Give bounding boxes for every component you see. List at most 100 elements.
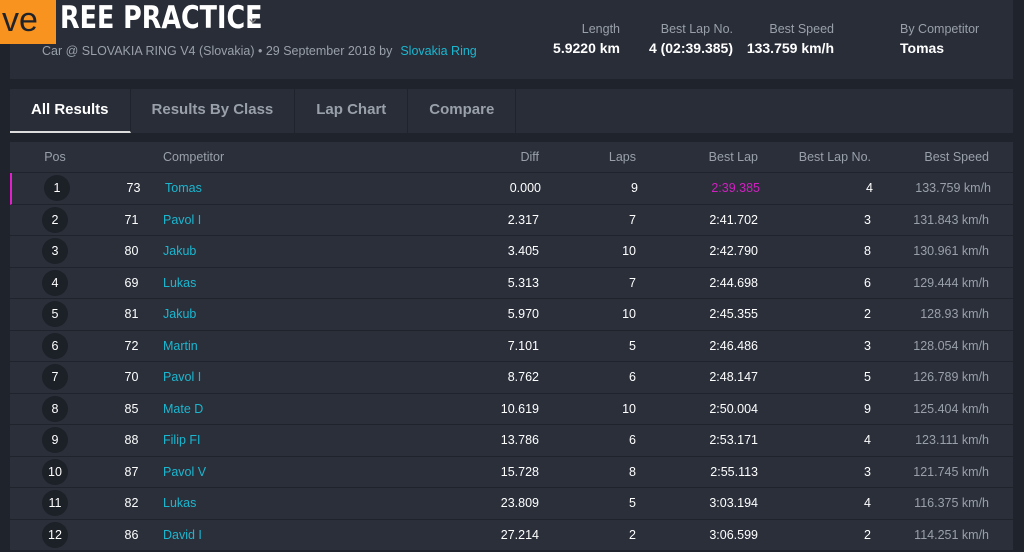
pos-cell: 8 bbox=[10, 395, 100, 422]
competitor-link[interactable]: Filip FI bbox=[163, 433, 403, 447]
redaction-mask bbox=[210, 330, 276, 361]
subtitle-text: Car @ SLOVAKIA RING V4 (Slovakia) • 29 S… bbox=[42, 44, 393, 58]
pos-cell: 7 bbox=[10, 364, 100, 391]
best-lap-no-cell: 4 bbox=[866, 181, 873, 196]
competitor-link[interactable]: Jakub bbox=[163, 244, 403, 258]
position-badge: 12 bbox=[42, 521, 68, 548]
table-row[interactable]: 6 72 Martin 7.101 5 2:46.486 3 128.054 km/h bbox=[10, 330, 1013, 362]
col-best-lap[interactable]: Best Lap bbox=[636, 150, 758, 164]
stat-best-lap-no: Best Lap No. 4 (02:39.385) bbox=[649, 22, 733, 56]
laps-cell: 7 bbox=[629, 275, 636, 290]
diff-cell: 2.317 bbox=[507, 212, 539, 227]
competitor-link[interactable]: Tomas bbox=[165, 181, 405, 195]
car-number: 69 bbox=[124, 275, 139, 290]
event-subtitle: Car @ SLOVAKIA RING V4 (Slovakia) • 29 S… bbox=[42, 44, 477, 58]
best-lap-no-cell: 3 bbox=[864, 212, 871, 227]
redaction-mask bbox=[210, 488, 276, 519]
stat-value: 5.9220 km bbox=[553, 40, 620, 56]
redaction-mask bbox=[210, 204, 276, 235]
col-best-lap-no[interactable]: Best Lap No. bbox=[758, 150, 871, 164]
best-lap-no-cell: 3 bbox=[864, 338, 871, 353]
table-header: Pos Competitor Diff Laps Best Lap Best L… bbox=[10, 142, 1013, 173]
best-lap-cell: 2:50.004 bbox=[709, 401, 758, 416]
organizer-link[interactable]: Slovakia Ring bbox=[400, 44, 476, 58]
laps-cell: 10 bbox=[622, 307, 636, 322]
best-speed-cell: 133.759 km/h bbox=[915, 181, 991, 196]
tab-compare[interactable]: Compare bbox=[408, 89, 517, 133]
position-badge: 10 bbox=[42, 458, 68, 485]
position-badge: 1 bbox=[44, 175, 70, 202]
laps-cell: 9 bbox=[631, 181, 638, 196]
table-row[interactable]: 4 69 Lukas 5.313 7 2:44.698 6 129.444 km/h bbox=[10, 267, 1013, 299]
col-competitor[interactable]: Competitor bbox=[163, 150, 403, 164]
redaction-mask bbox=[210, 299, 276, 330]
table-row[interactable]: 8 85 Mate D 10.619 10 2:50.004 9 125.404 km/h bbox=[10, 393, 1013, 425]
chevron-down-icon[interactable]: ⌄ bbox=[246, 8, 259, 28]
diff-cell: 13.786 bbox=[500, 433, 539, 448]
car-number: 70 bbox=[124, 370, 139, 385]
best-lap-cell: 2:53.171 bbox=[709, 433, 758, 448]
position-badge: 2 bbox=[42, 206, 68, 233]
col-laps[interactable]: Laps bbox=[539, 150, 636, 164]
col-pos[interactable]: Pos bbox=[10, 150, 100, 164]
redaction-mask bbox=[210, 362, 276, 393]
best-lap-cell: 2:55.113 bbox=[710, 464, 758, 479]
table-row[interactable]: 3 80 Jakub 3.405 10 2:42.790 8 130.961 km/h bbox=[10, 236, 1013, 268]
stat-label: Length bbox=[581, 22, 620, 36]
redaction-mask bbox=[210, 456, 276, 487]
competitor-link[interactable]: Mate D bbox=[163, 402, 403, 416]
table-row[interactable]: 11 82 Lukas 23.809 5 3:03.194 4 116.375 km/h bbox=[10, 488, 1013, 520]
best-lap-no-cell: 4 bbox=[864, 496, 871, 511]
col-diff[interactable]: Diff bbox=[403, 150, 539, 164]
stat-label: Best Speed bbox=[769, 22, 834, 36]
table-row[interactable]: 5 81 Jakub 5.970 10 2:45.355 2 128.93 km/h bbox=[10, 299, 1013, 331]
best-speed-cell: 121.745 km/h bbox=[913, 464, 989, 479]
competitor-link[interactable]: Pavol I bbox=[163, 213, 403, 227]
redaction-mask bbox=[210, 236, 276, 267]
pos-cell: 12 bbox=[10, 521, 100, 548]
competitor-link[interactable]: Lukas bbox=[163, 496, 403, 510]
table-row[interactable]: 1 73 Tomas 0.000 9 2:39.385 4 133.759 km/h bbox=[10, 173, 1013, 205]
position-badge: 8 bbox=[42, 395, 68, 422]
competitor-link[interactable]: Jakub bbox=[163, 307, 403, 321]
competitor-link[interactable]: Lukas bbox=[163, 276, 403, 290]
best-lap-cell: 2:46.486 bbox=[709, 338, 758, 353]
col-best-speed[interactable]: Best Speed bbox=[871, 150, 989, 164]
competitor-link[interactable]: Pavol V bbox=[163, 465, 403, 479]
position-badge: 9 bbox=[42, 427, 68, 454]
stat-value: 133.759 km/h bbox=[746, 40, 834, 56]
pos-cell: 6 bbox=[10, 332, 100, 359]
table-row[interactable]: 9 88 Filip FI 13.786 6 2:53.171 4 123.111 km/h bbox=[10, 425, 1013, 457]
competitor-link[interactable]: David I bbox=[163, 528, 403, 542]
tab-lap-chart[interactable]: Lap Chart bbox=[295, 89, 409, 133]
best-lap-cell: 3:03.194 bbox=[709, 496, 758, 511]
best-speed-cell: 131.843 km/h bbox=[913, 212, 989, 227]
diff-cell: 0.000 bbox=[509, 181, 541, 196]
laps-cell: 8 bbox=[629, 464, 636, 479]
tab-results-by-class[interactable]: Results By Class bbox=[131, 89, 296, 133]
position-badge: 4 bbox=[42, 269, 68, 296]
competitor-link[interactable]: Pavol I bbox=[163, 370, 403, 384]
logo[interactable]: ve bbox=[0, 0, 56, 44]
table-row[interactable]: 7 70 Pavol I 8.762 6 2:48.147 5 126.789 km/h bbox=[10, 362, 1013, 394]
tab-all-results[interactable]: All Results bbox=[10, 89, 131, 133]
table-row[interactable]: 10 87 Pavol V 15.728 8 2:55.113 3 121.745 km/h bbox=[10, 456, 1013, 488]
table-row[interactable]: 12 86 David I 27.214 2 3:06.599 2 114.251 km/h bbox=[10, 519, 1013, 551]
table-row[interactable]: 2 71 Pavol I 2.317 7 2:41.702 3 131.843 km/h bbox=[10, 204, 1013, 236]
car-number: 71 bbox=[124, 212, 139, 227]
stat-best-speed: Best Speed 133.759 km/h bbox=[747, 22, 834, 56]
position-badge: 6 bbox=[42, 332, 68, 359]
laps-cell: 2 bbox=[629, 527, 636, 542]
car-number: 73 bbox=[126, 181, 141, 196]
position-badge: 3 bbox=[42, 238, 68, 265]
best-speed-cell: 130.961 km/h bbox=[913, 244, 989, 259]
position-badge: 7 bbox=[42, 364, 68, 391]
redaction-mask bbox=[210, 425, 276, 456]
laps-cell: 6 bbox=[629, 433, 636, 448]
laps-cell: 7 bbox=[629, 212, 636, 227]
competitor-link[interactable]: Martin bbox=[163, 339, 403, 353]
redaction-mask bbox=[210, 267, 276, 298]
diff-cell: 10.619 bbox=[500, 401, 539, 416]
position-badge: 5 bbox=[42, 301, 68, 328]
best-lap-no-cell: 5 bbox=[864, 370, 871, 385]
